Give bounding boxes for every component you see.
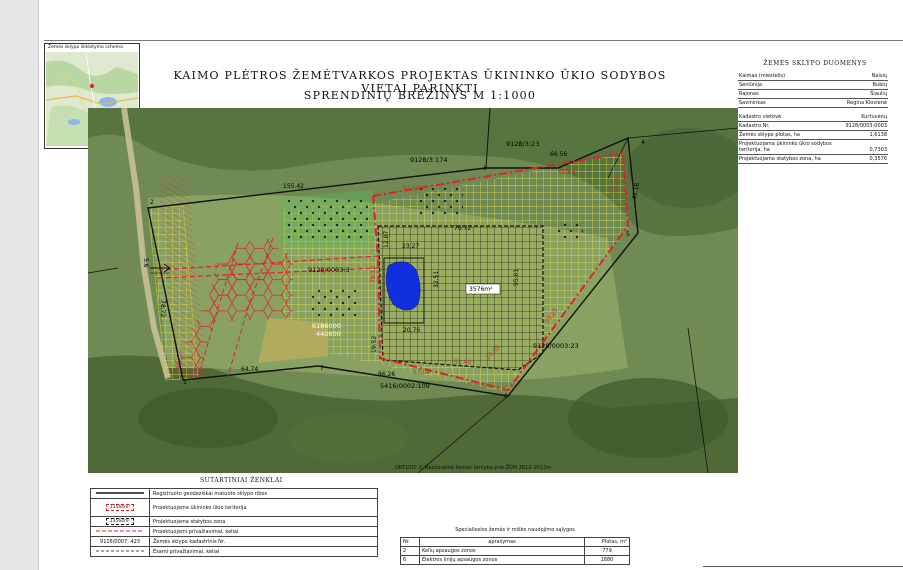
point-3: 3 xyxy=(483,165,487,172)
parcel-9128-0003-3: 9128/0003:3 xyxy=(308,266,350,274)
site-plan-svg: 2 3 4 5 6 7 1 9128/3:174 9128/3:23 9128/… xyxy=(87,107,748,474)
coord-y: 440600 xyxy=(316,330,341,338)
data-row: Projektuojama ūkininko ūkio sodybos teri… xyxy=(738,139,888,155)
point-4: 4 xyxy=(641,139,645,146)
data-row: Kadastro Nr. 9128/0003:0003 xyxy=(738,121,888,131)
drawing-subtitle: SPRENDINIŲ BRĖŽINYS M 1:1000 xyxy=(303,89,537,102)
point-2: 2 xyxy=(150,199,154,206)
sheet-top-border xyxy=(44,40,903,41)
legend-row: Registruoto geodeziškai matuoto sklypo r… xyxy=(90,488,378,499)
dim-12-87: 12.87 xyxy=(383,231,390,248)
parcel-data-title: ŽEMĖS SKLYPO DUOMENYS xyxy=(763,60,867,67)
dim-64-74: 64.74 xyxy=(241,366,258,373)
dim-5-6: 5.6 xyxy=(142,258,149,268)
dim-78-72: 78.72 xyxy=(159,300,166,317)
dim-95-01: 95.01 xyxy=(513,269,520,286)
data-row: Rajonas Šiaulių xyxy=(738,89,888,99)
projected-road-symbol xyxy=(96,530,144,531)
territory-symbol: 13564m² xyxy=(105,504,135,511)
sheet-bottom-right-line xyxy=(703,566,903,567)
ortho-credit: ORT10LT © Nacionalinė žemės tarnyba prie… xyxy=(395,465,554,471)
legend-title: SUTARTINIAI ŽENKLAI xyxy=(200,477,283,484)
dim-70-72: 70.72 xyxy=(454,225,471,232)
table-row: 2 Kelių apsaugos zonos 779 xyxy=(400,546,630,556)
legend-row: Esami privažiavimai, keliai xyxy=(90,546,378,557)
zone-area-label: 3576m² xyxy=(469,286,493,293)
dim-32-51: 32.51 xyxy=(433,271,440,288)
point-1: 1 xyxy=(183,379,187,386)
dim-155-42: 155.42 xyxy=(283,183,304,190)
parcel-9128-3-23: 9128/3:23 xyxy=(506,140,539,148)
dim-86-26: 86.26 xyxy=(378,371,395,378)
point-6: 6 xyxy=(504,393,508,400)
parcel-9128-0003-23: 9128/0003:23 xyxy=(533,342,579,350)
legend-table: Registruoto geodeziškai matuoto sklypo r… xyxy=(90,488,378,557)
dim-red-78-12: 78.12 xyxy=(370,266,377,283)
data-row: Projektuojama statybos zona, ha 0,3576 xyxy=(738,154,888,164)
point-5: 5 xyxy=(626,231,630,238)
parcel-5416-0002-109: 5416/0002:109 xyxy=(380,382,430,390)
minimap-caption: Žemės sklypo išdėstymo schema xyxy=(48,45,123,50)
legend-row: 9116/0007: 423 Žemės sklypo kadastrinis … xyxy=(90,536,378,547)
left-gutter xyxy=(0,0,39,570)
parcel-data-table: Kaimas (miestelis) Naisių Seniūnija Bubių … xyxy=(738,72,888,164)
data-row: Seniūnija Bubių xyxy=(738,80,888,90)
dim-red-51-54: 51.54 xyxy=(403,185,420,192)
legend-row: 13564m² Projektuojama statybos zona xyxy=(90,516,378,527)
data-row: Kaimas (miestelis) Naisių xyxy=(738,72,888,81)
legend-row: Projektuojami privažiavimai, keliai xyxy=(90,526,378,537)
special-conditions-title: Specialiosios žemės ir miško naudojimo s… xyxy=(455,527,575,533)
dim-red-58-53: 58.53 xyxy=(558,169,575,176)
data-row: Žemės sklypo plotas, ha 1,6138 xyxy=(738,130,888,140)
boundary-symbol xyxy=(96,491,144,494)
dim-red-51-40: 51.40 xyxy=(454,359,471,366)
orthophoto-map: 2 3 4 5 6 7 1 9128/3:174 9128/3:23 9128/… xyxy=(87,107,748,474)
table-row: 6 Elektros linijų apsaugos zonos 1880 xyxy=(400,555,630,565)
data-row: Savininkas Regina Klovienė xyxy=(738,98,888,108)
dim-23-27: 23.27 xyxy=(402,243,419,250)
special-conditions-table: Nr. aprašymas Plotas, m² 2 Kelių apsaugo… xyxy=(400,537,630,565)
dim-20-76: 20.76 xyxy=(403,327,420,334)
existing-road-symbol xyxy=(96,550,144,551)
dim-66-56: 66.56 xyxy=(550,151,567,158)
dim-red-57-09: 57.09 xyxy=(413,369,430,376)
point-7: 7 xyxy=(320,365,324,372)
data-row: Kadastro vietovė Kurtuvėnų xyxy=(738,107,888,122)
table-header-row: Nr. aprašymas Plotas, m² xyxy=(400,537,630,547)
parcel-9128-3-174: 9128/3:174 xyxy=(410,156,447,164)
coord-x: 6186000 xyxy=(312,322,341,330)
zone-symbol: 13564m² xyxy=(105,518,135,525)
legend-row: 13564m² Projektuojama ūkininko ūkio teri… xyxy=(90,498,378,517)
cadastral-number-symbol: 9116/0007: 423 xyxy=(90,536,150,547)
dim-19-52: 19.52 xyxy=(371,336,378,353)
